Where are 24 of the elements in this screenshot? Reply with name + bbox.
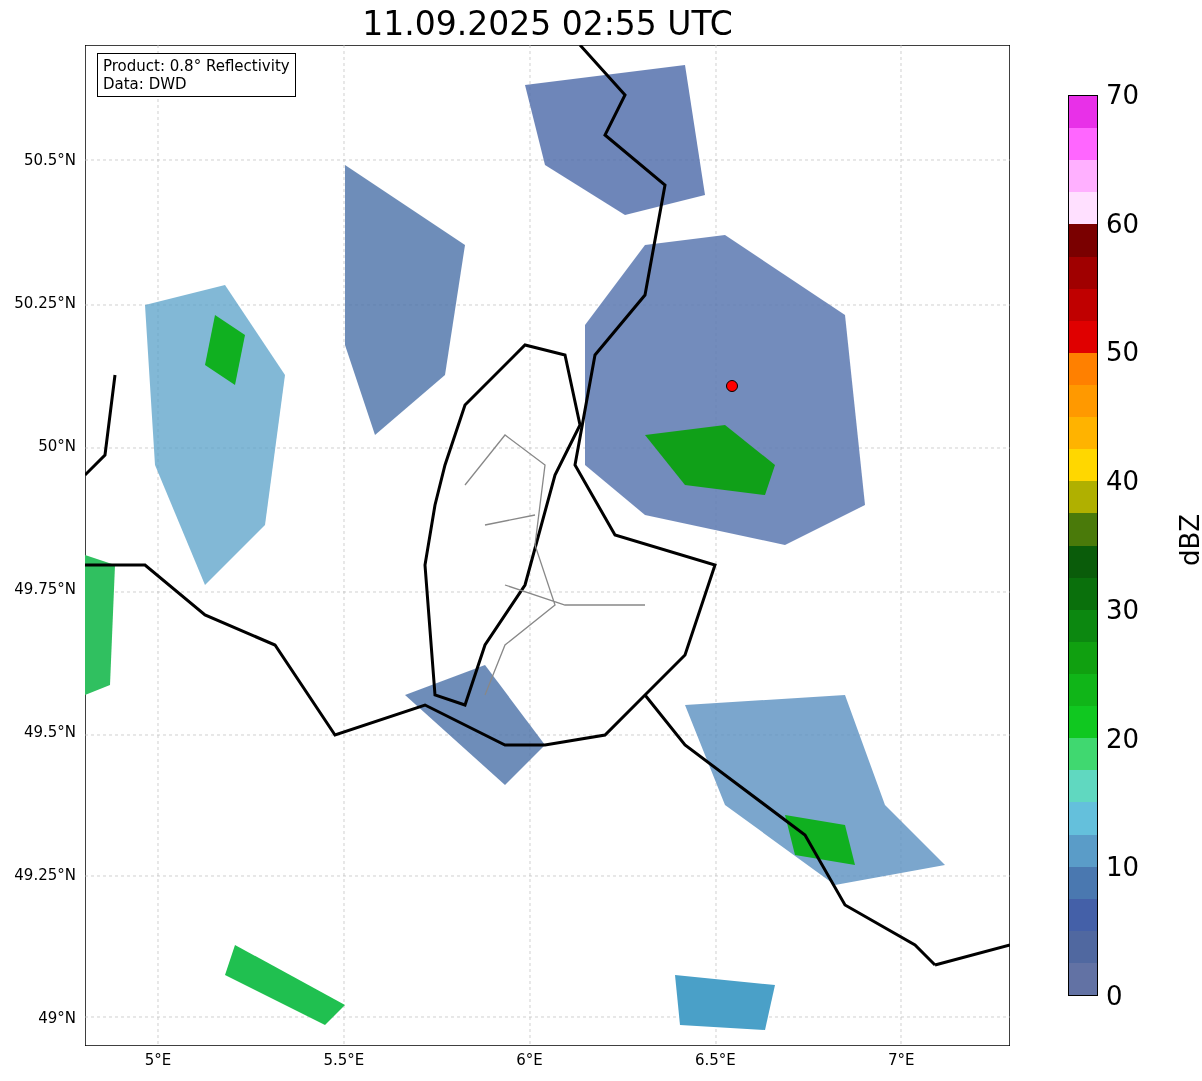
- colorbar-tick-label: 10: [1106, 851, 1140, 885]
- colorbar-tick-label: 30: [1106, 593, 1140, 627]
- longitude-label: 6°E: [516, 1051, 543, 1069]
- longitude-label: 7°E: [887, 1051, 915, 1069]
- latitude-label: 49°N: [38, 1009, 76, 1027]
- colorbar-tick-label: 20: [1106, 722, 1140, 756]
- longitude-label: 6.5°E: [694, 1051, 736, 1069]
- latitude-label: 49.25°N: [14, 866, 76, 884]
- longitude-label: 5.5°E: [323, 1051, 365, 1069]
- colorbar-tick-label: 50: [1106, 336, 1140, 370]
- latitude-label: 49.5°N: [23, 723, 76, 741]
- latitude-label: 50.25°N: [14, 294, 76, 312]
- plot-title: 11.09.2025 02:55 UTC: [361, 4, 734, 44]
- colorbar-label: dBZ: [1175, 513, 1202, 567]
- colorbar-tick-label: 60: [1106, 207, 1140, 241]
- colorbar-tick-label: 70: [1106, 79, 1140, 112]
- info-text: Product: 0.8° Reflectivity: [103, 57, 290, 75]
- longitude-label: 5°E: [144, 1051, 172, 1069]
- info-text: Data: DWD: [103, 75, 188, 93]
- latitude-label: 50°N: [38, 437, 76, 455]
- latitude-label: 49.75°N: [14, 580, 76, 598]
- colorbar-tick-label: 0: [1106, 980, 1123, 1014]
- latitude-label: 50.5°N: [23, 151, 76, 169]
- colorbar-tick-label: 40: [1106, 465, 1140, 499]
